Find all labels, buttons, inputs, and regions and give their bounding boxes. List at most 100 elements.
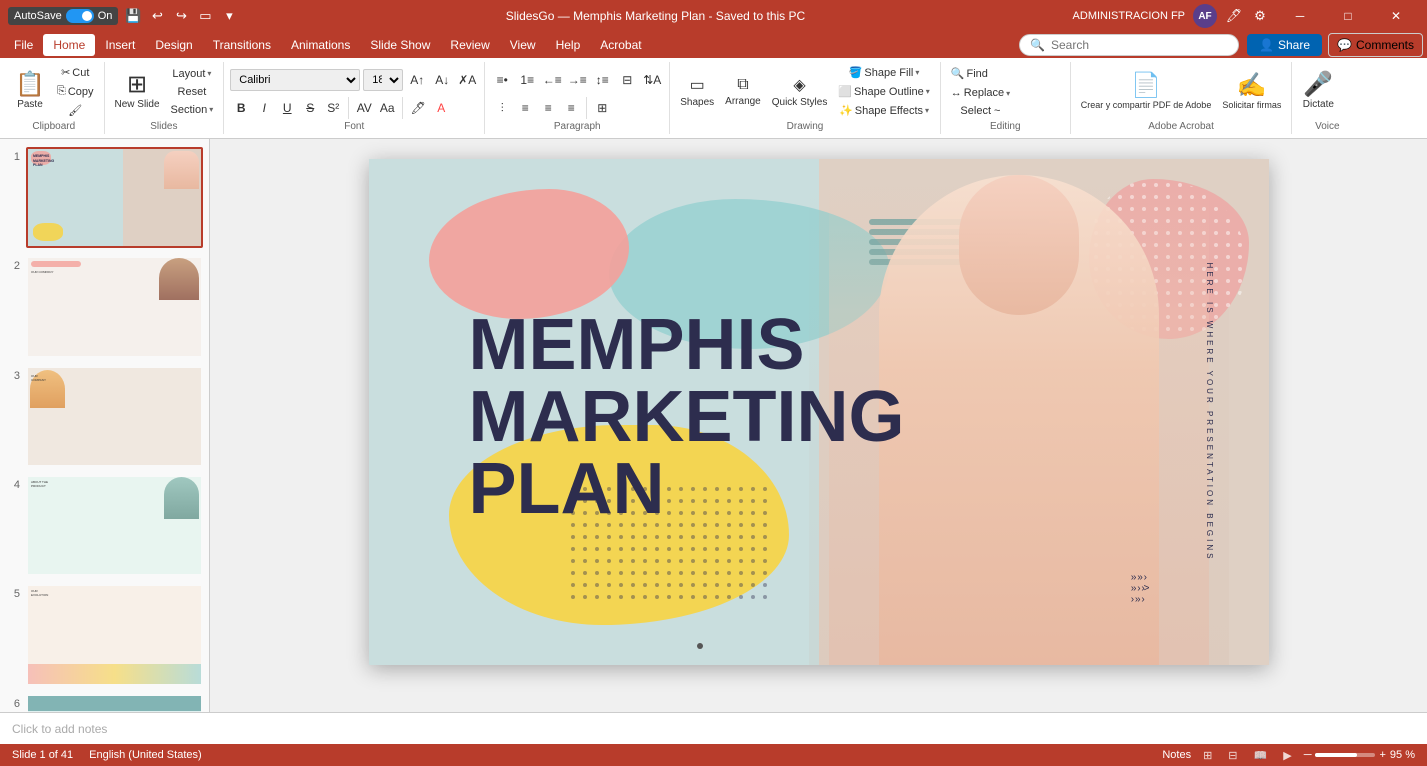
close-button[interactable]: ✕ <box>1373 0 1419 32</box>
quick-styles-icon: ◈ <box>793 75 805 95</box>
slide-img-6[interactable]: OUREVOLUTION <box>26 694 203 712</box>
clear-format-button[interactable]: ✗A <box>456 69 478 91</box>
smartart-button[interactable]: ⊞ <box>591 97 613 119</box>
strikethrough-button[interactable]: S <box>299 97 321 119</box>
menu-insert[interactable]: Insert <box>95 34 145 56</box>
slide-thumb-4[interactable]: 4 ABOUT THEPRODUCT <box>6 475 203 576</box>
notes-button[interactable]: Notes <box>1162 749 1191 761</box>
decrease-indent-button[interactable]: ←≡ <box>541 69 563 91</box>
justify-button[interactable]: ≡ <box>560 97 582 119</box>
columns-button[interactable]: ⊟ <box>616 69 638 91</box>
text-highlight-button[interactable]: 🖊 <box>407 97 429 119</box>
text-direction-button[interactable]: ⇅A <box>641 69 663 91</box>
slideshow-button[interactable]: ▶ <box>1279 748 1295 763</box>
autosave-toggle[interactable] <box>66 9 94 23</box>
slide-thumb-2[interactable]: 2 OUR COMPANY <box>6 256 203 357</box>
arrange-button[interactable]: ⧉ Arrange <box>721 74 765 109</box>
menu-file[interactable]: File <box>4 34 43 56</box>
bullets-button[interactable]: ≡• <box>491 69 513 91</box>
main-area: 1 MEMPHISMARKETINGPLAN 2 OUR COMPANY <box>0 139 1427 712</box>
italic-button[interactable]: I <box>253 97 275 119</box>
menu-view[interactable]: View <box>500 34 546 56</box>
change-case-button[interactable]: Aa <box>376 97 398 119</box>
avatar[interactable]: AF <box>1193 4 1217 28</box>
normal-view-button[interactable]: ⊞ <box>1199 748 1216 763</box>
create-pdf-button[interactable]: 📄 Crear y compartir PDF de Adobe <box>1077 68 1216 116</box>
comments-button[interactable]: 💬 Comments <box>1328 33 1423 57</box>
shape-fill-button[interactable]: 🪣 Shape Fill ▾ <box>834 64 933 81</box>
share-button[interactable]: 👤 Share <box>1247 34 1322 56</box>
align-right-button[interactable]: ≡ <box>537 97 559 119</box>
reading-view-button[interactable]: 📖 <box>1250 748 1272 763</box>
zoom-slider[interactable] <box>1315 753 1375 757</box>
reset-button[interactable]: Reset <box>167 84 218 100</box>
numbering-button[interactable]: 1≡ <box>516 69 538 91</box>
search-box[interactable]: 🔍 <box>1019 34 1239 56</box>
shape-effects-button[interactable]: ✨ Shape Effects ▾ <box>834 102 933 119</box>
menu-review[interactable]: Review <box>440 34 499 56</box>
zoom-in-button[interactable]: + <box>1379 749 1385 761</box>
maximize-button[interactable]: □ <box>1325 0 1371 32</box>
slide-img-3[interactable]: OURCOMPANY <box>26 366 203 467</box>
pen-icon[interactable]: 🖊 <box>1225 7 1243 25</box>
increase-indent-button[interactable]: →≡ <box>566 69 588 91</box>
menu-acrobat[interactable]: Acrobat <box>590 34 651 56</box>
shapes-button[interactable]: ▭ Shapes <box>676 73 718 110</box>
format-painter-button[interactable]: 🖌 <box>53 102 98 119</box>
zoom-out-button[interactable]: ─ <box>1304 749 1312 761</box>
slide-canvas[interactable]: MEMPHIS MARKETING PLAN ›› ›› › ›› › ›> ›… <box>369 159 1269 665</box>
menu-slideshow[interactable]: Slide Show <box>360 34 440 56</box>
present-icon[interactable]: ▭ <box>196 7 214 25</box>
minimize-button[interactable]: ─ <box>1277 0 1323 32</box>
slide-img-5[interactable]: OUREVOLUTION <box>26 584 203 685</box>
quick-styles-button[interactable]: ◈ Quick Styles <box>768 73 832 110</box>
align-center-button[interactable]: ≡ <box>514 97 536 119</box>
bold-button[interactable]: B <box>230 97 252 119</box>
menu-design[interactable]: Design <box>145 34 202 56</box>
character-spacing-button[interactable]: AV <box>353 97 375 119</box>
font-family-select[interactable]: Calibri <box>230 69 360 91</box>
new-slide-button[interactable]: ⊞ New Slide <box>111 68 164 116</box>
copy-button[interactable]: ⎘ Copy <box>53 83 98 100</box>
menu-help[interactable]: Help <box>546 34 591 56</box>
slide-thumb-6[interactable]: 6 OUREVOLUTION <box>6 694 203 712</box>
settings-icon[interactable]: ⚙ <box>1251 7 1269 25</box>
slide-panel[interactable]: 1 MEMPHISMARKETINGPLAN 2 OUR COMPANY <box>0 139 210 712</box>
font-size-decrease-button[interactable]: A↓ <box>431 69 453 91</box>
font-color-button[interactable]: A <box>430 97 452 119</box>
replace-button[interactable]: ↔ Replace ▾ <box>947 85 1014 101</box>
canvas-area[interactable]: MEMPHIS MARKETING PLAN ›› ›› › ›› › ›> ›… <box>210 139 1427 712</box>
slide-img-1[interactable]: MEMPHISMARKETINGPLAN <box>26 147 203 248</box>
slide-thumb-3[interactable]: 3 OURCOMPANY <box>6 366 203 467</box>
font-size-increase-button[interactable]: A↑ <box>406 69 428 91</box>
paste-button[interactable]: 📋 Paste <box>10 68 50 116</box>
select-button[interactable]: Select ~ <box>947 103 1014 119</box>
font-size-select[interactable]: 18 <box>363 69 403 91</box>
notes-bar[interactable]: Click to add notes <box>0 712 1427 744</box>
section-button[interactable]: Section ▾ <box>167 102 218 118</box>
dictate-button[interactable]: 🎤 Dictate <box>1298 68 1338 116</box>
line-spacing-button[interactable]: ↕≡ <box>591 69 613 91</box>
save-icon[interactable]: 💾 <box>124 7 142 25</box>
text-shadow-button[interactable]: S² <box>322 97 344 119</box>
menu-home[interactable]: Home <box>43 34 95 56</box>
undo-icon[interactable]: ↩ <box>148 7 166 25</box>
search-input[interactable] <box>1051 38 1221 52</box>
shape-outline-button[interactable]: ⬜ Shape Outline ▾ <box>834 83 933 100</box>
autosave-badge[interactable]: AutoSave On <box>8 7 118 25</box>
slide-sorter-button[interactable]: ⊟ <box>1224 748 1241 763</box>
slide-thumb-5[interactable]: 5 OUREVOLUTION <box>6 584 203 685</box>
align-left-button[interactable]: ⫶ <box>491 97 513 119</box>
cut-button[interactable]: ✂ Cut <box>53 64 98 81</box>
find-button[interactable]: 🔍 Find <box>947 65 992 82</box>
slide-img-2[interactable]: OUR COMPANY <box>26 256 203 357</box>
menu-animations[interactable]: Animations <box>281 34 360 56</box>
layout-button[interactable]: Layout ▾ <box>167 66 218 82</box>
slide-img-4[interactable]: ABOUT THEPRODUCT <box>26 475 203 576</box>
underline-button[interactable]: U <box>276 97 298 119</box>
solicitar-button[interactable]: ✍ Solicitar firmas <box>1218 68 1285 116</box>
redo-icon[interactable]: ↪ <box>172 7 190 25</box>
slide-thumb-1[interactable]: 1 MEMPHISMARKETINGPLAN <box>6 147 203 248</box>
menu-transitions[interactable]: Transitions <box>203 34 281 56</box>
customize-icon[interactable]: ▾ <box>220 7 238 25</box>
